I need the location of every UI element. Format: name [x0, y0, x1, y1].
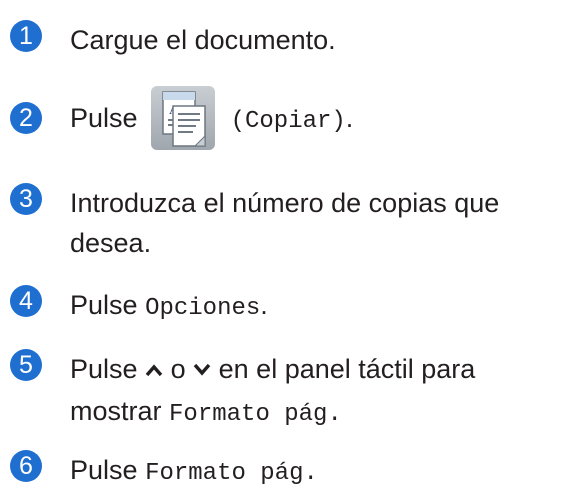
step-text: Introduzca el número de copias que desea…: [70, 183, 499, 263]
step-4-suffix: .: [260, 290, 268, 320]
step-5-rest: en el panel táctil para: [218, 354, 476, 384]
step-3-line-2: desea.: [70, 228, 152, 258]
step-number-badge: 5: [10, 349, 42, 381]
step-5-connector: o: [170, 354, 186, 384]
step-text: Pulse A (Copiar).: [70, 85, 354, 154]
copy-icon[interactable]: A: [151, 85, 216, 150]
step-1: 1 Cargue el documento.: [10, 20, 336, 60]
step-number-badge: 1: [10, 20, 42, 52]
step-number-badge: 4: [10, 285, 42, 317]
opciones-button-label: Opciones: [145, 295, 261, 322]
step-2-suffix: .: [345, 103, 354, 133]
step-text: Cargue el documento.: [70, 20, 336, 60]
step-text: Pulse Opciones.: [70, 285, 268, 329]
step-5-prefix: Pulse: [70, 354, 138, 384]
step-number-badge: 2: [10, 102, 42, 134]
step-1-text: Cargue el documento.: [70, 25, 336, 55]
formato-pag-button-label: Formato pág.: [169, 400, 342, 428]
step-2-prefix: Pulse: [70, 103, 138, 133]
step-3: 3 Introduzca el número de copias que des…: [10, 183, 499, 263]
step-3-line-1: Introduzca el número de copias que: [70, 188, 500, 218]
step-5: 5 Pulse o en el panel táctil para mostra…: [10, 349, 475, 435]
step-number-badge: 6: [10, 450, 42, 482]
copy-button-label: (Copiar): [230, 108, 346, 135]
step-4-prefix: Pulse: [70, 290, 138, 320]
step-text: Pulse o en el panel táctil para mostrar …: [70, 349, 475, 435]
step-text: Pulse Formato pág.: [70, 450, 318, 494]
chevron-down-icon: [193, 348, 211, 388]
step-number-badge: 3: [10, 183, 42, 215]
step-5-line-2-prefix: mostrar: [70, 395, 162, 426]
step-6: 6 Pulse Formato pág.: [10, 450, 318, 494]
chevron-up-icon: [145, 348, 163, 388]
formato-pag-button-label: Formato pág.: [145, 460, 318, 487]
step-6-prefix: Pulse: [70, 455, 138, 485]
step-4: 4 Pulse Opciones.: [10, 285, 268, 329]
step-2: 2 Pulse A (Copiar).: [10, 85, 353, 154]
